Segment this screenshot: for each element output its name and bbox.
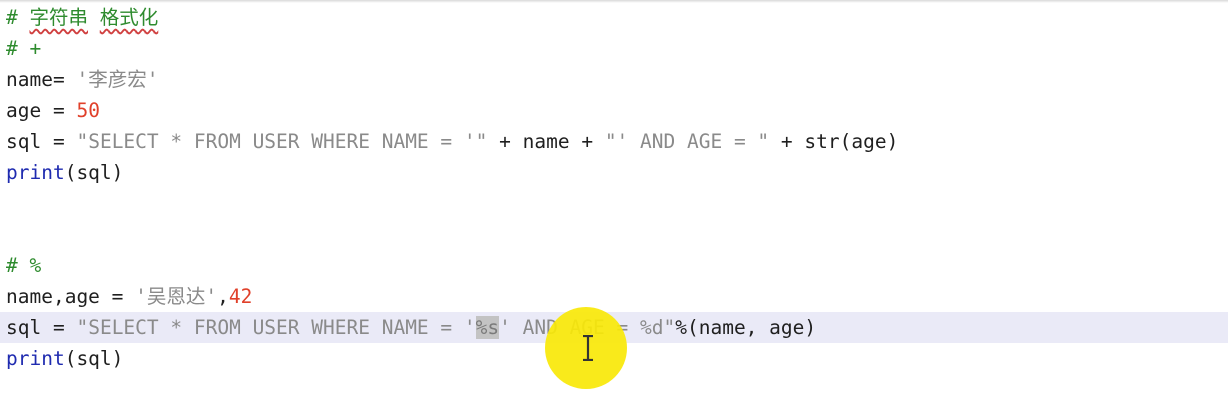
code-line[interactable]: sql = "SELECT * FROM USER WHERE NAME = '… <box>6 126 898 157</box>
code-token: '吴恩达' <box>135 285 218 308</box>
code-line[interactable]: print(sql) <box>6 343 123 374</box>
code-token: sql <box>6 130 42 153</box>
code-token: name,age <box>6 285 100 308</box>
code-token: 格式化 <box>99 6 159 29</box>
code-token: 42 <box>228 285 253 308</box>
code-token: = <box>41 130 77 153</box>
code-token: # % <box>6 254 42 277</box>
code-token: age <box>6 99 42 122</box>
code-token: name <box>522 130 570 153</box>
code-token: + <box>569 130 605 153</box>
code-token: sql <box>6 316 42 339</box>
code-token: (sql) <box>64 161 124 184</box>
code-line[interactable]: name= '李彦宏' <box>6 64 158 95</box>
code-token: 字符串 <box>29 6 88 29</box>
code-token: # + <box>6 37 42 60</box>
code-token: = <box>99 285 136 308</box>
code-token: , <box>217 285 229 308</box>
code-token: "SELECT * FROM USER WHERE NAME = ' <box>76 316 476 339</box>
code-token: "SELECT * FROM USER WHERE NAME = '" <box>76 130 488 153</box>
code-token: % <box>675 316 687 339</box>
editor-top-border <box>0 0 1228 3</box>
code-token: str <box>804 130 840 153</box>
text-cursor-ibeam-icon <box>583 335 593 361</box>
code-token: print <box>6 161 65 184</box>
selected-text: %s <box>475 316 500 339</box>
code-line[interactable]: # + <box>6 33 41 64</box>
code-token: # <box>6 6 30 29</box>
code-token: name <box>6 68 53 91</box>
code-line[interactable]: # 字符串 格式化 <box>6 2 158 33</box>
code-token: + <box>769 130 805 153</box>
code-token: + <box>487 130 523 153</box>
code-line[interactable]: age = 50 <box>6 95 100 126</box>
code-editor[interactable]: # 字符串 格式化 # + name= '李彦宏' age = 50 sql = "SE… <box>0 0 1228 411</box>
code-token: 50 <box>76 99 100 122</box>
code-line[interactable]: print(sql) <box>6 157 123 188</box>
code-token: "' AND AGE = " <box>604 130 770 153</box>
code-token: (name, age) <box>686 316 817 339</box>
code-line[interactable]: # % <box>6 250 41 281</box>
code-token: = <box>41 316 77 339</box>
code-line[interactable]: name,age = '吴恩达',42 <box>6 281 252 312</box>
code-token: (age) <box>839 130 899 153</box>
code-token: = <box>41 99 77 122</box>
code-token: = <box>52 68 65 91</box>
code-token: (sql) <box>64 347 124 370</box>
code-token: '李彦宏' <box>76 68 159 91</box>
code-token: print <box>6 347 65 370</box>
